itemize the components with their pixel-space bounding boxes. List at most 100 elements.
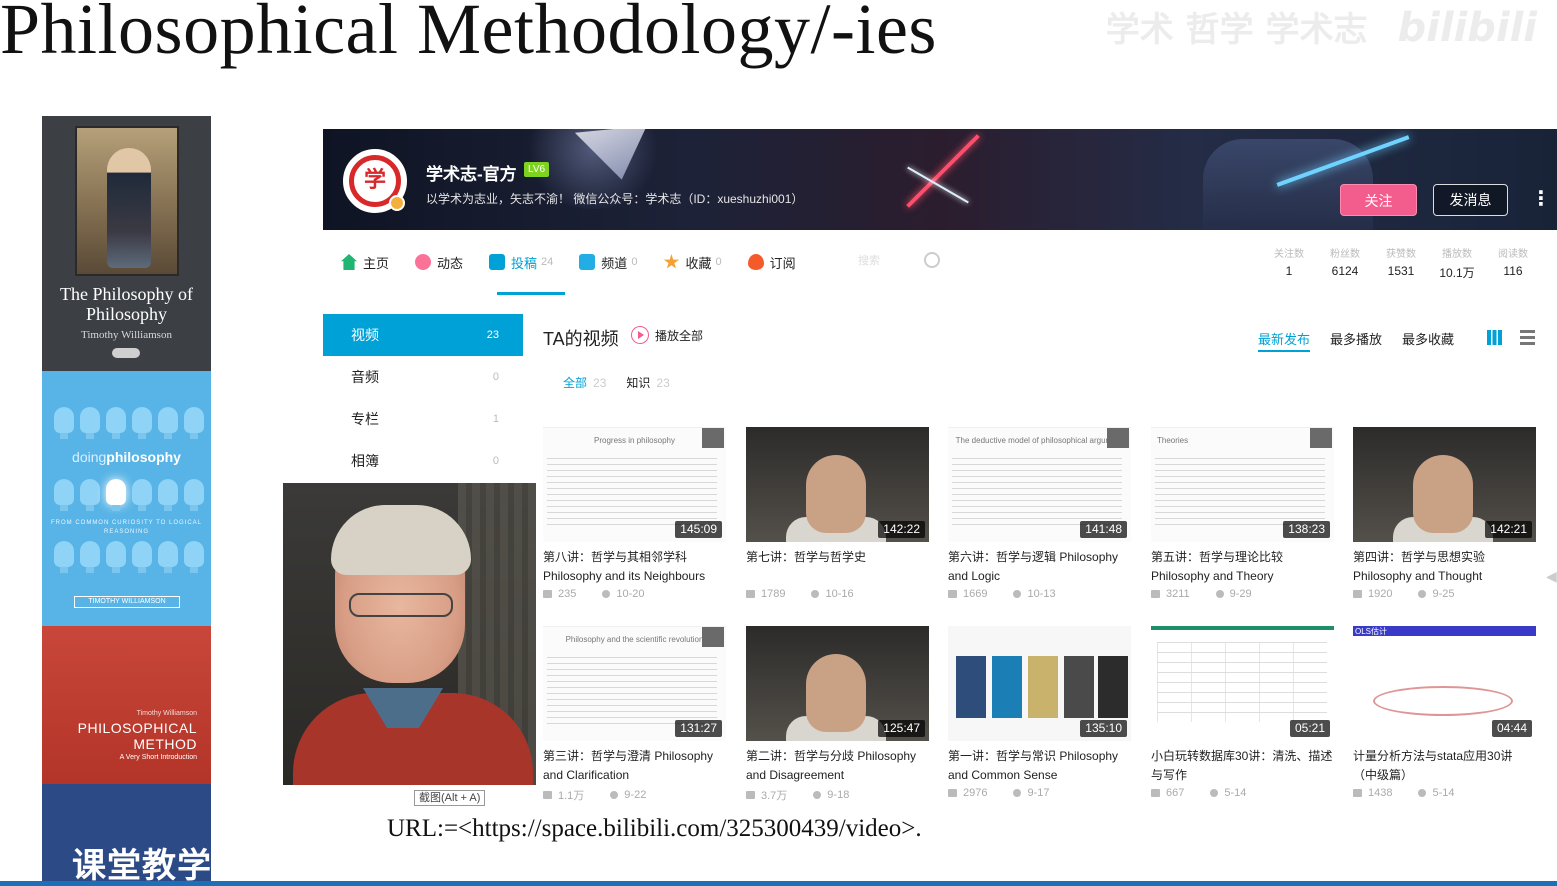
video-meta: 235 10-20	[543, 588, 726, 600]
video-card[interactable]: 05:21 小白玩转数据库30讲：清洗、描述与写作 667 5-14	[1151, 626, 1334, 806]
video-thumbnail[interactable]: 125:47	[746, 626, 929, 741]
views-icon	[543, 791, 552, 799]
views-icon	[1151, 789, 1160, 797]
video-card[interactable]: Progress in philosophy 145:09 第八讲：哲学与其相邻学…	[543, 427, 726, 607]
filter-all[interactable]: 全部 23	[563, 374, 606, 391]
channel-stats: 关注数 1 粉丝数 6124 获赞数 1531 播放数 10.1万 阅读数 116	[1261, 245, 1541, 281]
sort-most-favorited[interactable]: 最多收藏	[1402, 329, 1454, 352]
grid-view-icon[interactable]	[1487, 330, 1502, 345]
lightbulb-icon	[132, 407, 152, 439]
category-filters: 全部 23 知识 23	[563, 374, 690, 391]
video-card[interactable]: OLS估计 04:44 计量分析方法与stata应用30讲（中级篇） 1438 5-…	[1353, 626, 1536, 806]
lightbulb-icon	[184, 479, 204, 511]
video-duration: 141:48	[1080, 521, 1127, 538]
video-thumbnail[interactable]: 05:21	[1151, 626, 1334, 741]
nav-channel[interactable]: 频道 0	[579, 253, 637, 272]
video-title[interactable]: 第八讲：哲学与其相邻学科 Philosophy and its Neighbou…	[543, 548, 726, 586]
lightbulb-icon	[158, 407, 178, 439]
play-all-button[interactable]: 播放全部	[631, 326, 703, 344]
channel-signature: 以学术为志业，矢志不渝！ 微信公众号：学术志（ID：xueshuzhi001）	[426, 192, 804, 206]
book-author: Timothy Williamson	[136, 710, 197, 717]
list-view-icon[interactable]	[1520, 330, 1535, 345]
search-icon[interactable]	[924, 252, 940, 268]
sort-latest[interactable]: 最新发布	[1258, 329, 1311, 352]
publisher-logo-icon	[112, 348, 140, 358]
sidebar-item-video[interactable]: 视频 23	[323, 314, 523, 356]
lightbulb-icon	[158, 541, 178, 573]
video-thumbnail[interactable]: 135:10	[948, 626, 1131, 741]
video-duration: 142:22	[878, 521, 925, 538]
sidebar-item-album[interactable]: 相簿 0	[323, 440, 523, 482]
views-icon	[746, 590, 755, 598]
play-icon	[631, 326, 649, 344]
video-title[interactable]: 小白玩转数据库30讲：清洗、描述与写作	[1151, 747, 1334, 785]
lit-lightbulb-icon	[106, 479, 126, 511]
video-card[interactable]: Philosophy and the scientific revolution…	[543, 626, 726, 806]
watermark: 学术 哲学 学术志 bilibili	[1106, 2, 1537, 51]
video-title[interactable]: 计量分析方法与stata应用30讲（中级篇）	[1353, 747, 1536, 785]
clock-icon	[811, 590, 820, 598]
video-card[interactable]: 135:10 第一讲：哲学与常识 Philosophy and Common S…	[948, 626, 1131, 806]
video-thumbnail[interactable]: Philosophy and the scientific revolution…	[543, 626, 726, 741]
stat-likes: 获赞数 1531	[1386, 249, 1416, 278]
lightbulb-icon	[80, 541, 100, 573]
nav-subscribe[interactable]: 订阅	[747, 253, 796, 272]
video-title[interactable]: 第一讲：哲学与常识 Philosophy and Common Sense	[948, 747, 1131, 785]
space-nav: 主页 动态 投稿 24 频道 0 收藏 0 订阅	[341, 251, 822, 273]
lightbulb-icon	[54, 407, 74, 439]
video-thumbnail[interactable]: OLS估计 04:44	[1353, 626, 1536, 741]
video-title[interactable]: 第五讲：哲学与理论比较 Philosophy and Theory	[1151, 548, 1334, 586]
views-icon	[1151, 590, 1160, 598]
clock-icon	[813, 791, 822, 799]
sort-tabs: 最新发布 最多播放 最多收藏	[1258, 329, 1474, 352]
sidebar-item-audio[interactable]: 音频 0	[323, 356, 523, 398]
video-meta: 3211 9-29	[1151, 588, 1334, 600]
nav-home[interactable]: 主页	[341, 253, 389, 272]
sidebar-item-article[interactable]: 专栏 1	[323, 398, 523, 440]
level-badge: LV6	[524, 162, 550, 177]
video-card[interactable]: 142:22 第七讲：哲学与哲学史 1789 10-16	[746, 427, 929, 607]
nav-active-underline	[497, 292, 565, 295]
video-card[interactable]: Theories 138:23 第五讲：哲学与理论比较 Philosophy an…	[1151, 427, 1334, 607]
video-meta: 667 5-14	[1151, 787, 1334, 799]
stat-following[interactable]: 关注数 1	[1261, 245, 1317, 281]
chevron-left-icon[interactable]: ◀	[1546, 568, 1557, 585]
nav-dynamic[interactable]: 动态	[415, 253, 463, 272]
video-thumbnail[interactable]: The deductive model of philosophical arg…	[948, 427, 1131, 542]
home-icon	[341, 254, 357, 270]
book-title: PHILOSOPHICAL METHOD	[77, 720, 197, 752]
lightbulb-icon	[184, 407, 204, 439]
video-thumbnail[interactable]: 142:21	[1353, 427, 1536, 542]
video-card[interactable]: The deductive model of philosophical arg…	[948, 427, 1131, 607]
views-icon	[1353, 590, 1362, 598]
sort-most-played[interactable]: 最多播放	[1330, 329, 1382, 352]
video-thumbnail[interactable]: Progress in philosophy 145:09	[543, 427, 726, 542]
lightbulb-icon	[80, 479, 100, 511]
screenshot-hint: 截图(Alt + A)	[414, 790, 486, 806]
video-title[interactable]: 第四讲：哲学与思想实验 Philosophy and Thought	[1353, 548, 1536, 586]
video-meta: 1920 9-25	[1353, 588, 1536, 600]
video-thumbnail[interactable]: 142:22	[746, 427, 929, 542]
video-card[interactable]: 125:47 第二讲：哲学与分歧 Philosophy and Disagree…	[746, 626, 929, 806]
stat-followers[interactable]: 粉丝数 6124	[1317, 245, 1373, 281]
space-search[interactable]: 搜索	[858, 252, 948, 272]
clock-icon	[1210, 789, 1219, 797]
message-button[interactable]: 发消息	[1433, 184, 1508, 216]
video-title[interactable]: 第六讲：哲学与逻辑 Philosophy and Logic	[948, 548, 1131, 586]
views-icon	[543, 590, 552, 598]
more-options-icon[interactable]: ⋮	[1531, 185, 1551, 215]
nav-posts[interactable]: 投稿 24	[489, 253, 553, 272]
video-title[interactable]: 第二讲：哲学与分歧 Philosophy and Disagreement	[746, 747, 929, 785]
video-title[interactable]: 第三讲：哲学与澄清 Philosophy and Clarification	[543, 747, 726, 785]
lightbulb-icon	[80, 407, 100, 439]
nav-favorites[interactable]: 收藏 0	[663, 253, 722, 272]
slide-title: Philosophical Methodology/-ies	[0, 0, 937, 69]
follow-button[interactable]: 关注	[1340, 184, 1417, 216]
favorite-icon	[663, 254, 680, 269]
filter-knowledge[interactable]: 知识 23	[626, 374, 669, 391]
bottom-accent-bar	[0, 881, 1557, 886]
video-thumbnail[interactable]: Theories 138:23	[1151, 427, 1334, 542]
video-card[interactable]: 142:21 第四讲：哲学与思想实验 Philosophy and Though…	[1353, 427, 1536, 607]
views-icon	[948, 590, 957, 598]
video-title[interactable]: 第七讲：哲学与哲学史	[746, 548, 929, 586]
